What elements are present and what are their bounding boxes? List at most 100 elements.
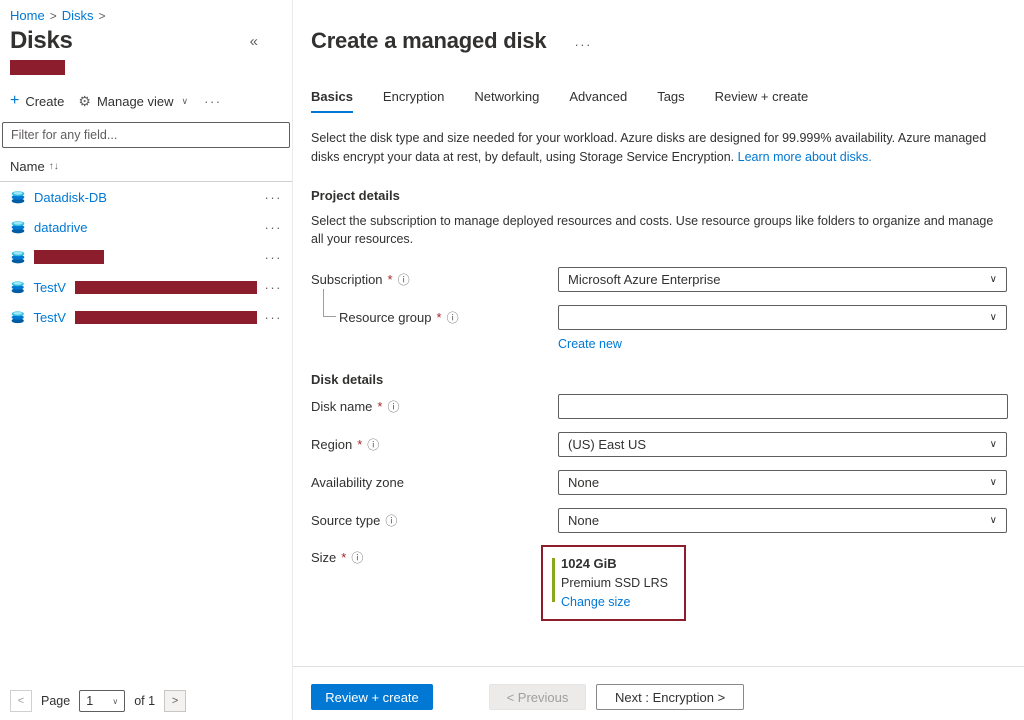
table-row[interactable]: Datadisk-DB ···	[0, 182, 292, 212]
info-icon[interactable]: ⓘ	[447, 309, 459, 326]
disk-name-input[interactable]	[558, 394, 1008, 419]
tab-bar: Basics Encryption Networking Advanced Ta…	[311, 89, 1007, 113]
required-asterisk: *	[357, 437, 362, 452]
required-asterisk: *	[437, 310, 442, 325]
source-type-dropdown[interactable]: None ∨	[558, 508, 1007, 533]
previous-button[interactable]: < Previous	[489, 684, 586, 710]
page-label: Page	[41, 694, 70, 708]
breadcrumb-separator: >	[98, 9, 105, 23]
row-more-button[interactable]: ···	[265, 190, 283, 205]
redacted-disk-name	[75, 311, 257, 324]
name-column-header[interactable]: Name ↑↓	[0, 148, 292, 182]
required-asterisk: *	[388, 272, 393, 287]
row-more-button[interactable]: ···	[265, 280, 283, 295]
info-icon[interactable]: ⓘ	[367, 436, 379, 453]
tab-basics[interactable]: Basics	[311, 89, 353, 113]
intro-body: Select the disk type and size needed for…	[311, 131, 986, 164]
collapse-panel-icon[interactable]: «	[250, 33, 258, 50]
breadcrumb-disks-link[interactable]: Disks	[62, 8, 94, 23]
sort-icon: ↑↓	[49, 161, 59, 172]
plus-icon: +	[10, 93, 19, 109]
page-count-label: of 1	[134, 694, 155, 708]
subscription-row: Subscription * ⓘ Microsoft Azure Enterpr…	[311, 266, 1007, 292]
disk-icon	[10, 249, 26, 265]
disk-name-link[interactable]: Datadisk-DB	[34, 190, 107, 205]
tab-review-create[interactable]: Review + create	[715, 89, 809, 113]
info-icon[interactable]: ⓘ	[351, 549, 363, 566]
disk-name-label: Disk name	[311, 399, 372, 414]
learn-more-link[interactable]: Learn more about disks.	[738, 150, 872, 164]
disks-list-blade: Home > Disks > Disks « + Create ⚙ Manage vi…	[0, 0, 292, 720]
availability-zone-value: None	[568, 475, 599, 490]
review-create-button[interactable]: Review + create	[311, 684, 433, 710]
table-row[interactable]: datadrive ···	[0, 212, 292, 242]
chevron-down-icon: ∨	[990, 439, 997, 450]
required-asterisk: *	[341, 550, 346, 565]
project-details-description: Select the subscription to manage deploy…	[311, 212, 1007, 250]
change-size-link[interactable]: Change size	[561, 595, 631, 609]
pagination: < Page 1 ∨ of 1 >	[10, 690, 186, 712]
table-row[interactable]: TestV ···	[0, 302, 292, 332]
subscription-dropdown[interactable]: Microsoft Azure Enterprise ∨	[558, 267, 1007, 292]
gear-icon: ⚙	[78, 94, 91, 108]
chevron-down-icon: ∨	[990, 312, 997, 323]
disk-name-link[interactable]: datadrive	[34, 220, 87, 235]
row-more-button[interactable]: ···	[265, 310, 283, 325]
table-row[interactable]: TestV ···	[0, 272, 292, 302]
size-row: Size * ⓘ 1024 GiB Premium SSD LRS Change…	[311, 545, 1007, 621]
region-label: Region	[311, 437, 352, 452]
region-value: (US) East US	[568, 437, 646, 452]
blade-more-button[interactable]: ···	[574, 37, 592, 52]
page-number-value: 1	[86, 694, 93, 708]
row-more-button[interactable]: ···	[265, 220, 283, 235]
tab-tags[interactable]: Tags	[657, 89, 684, 113]
availability-zone-row: Availability zone None ∨	[311, 469, 1007, 495]
info-icon[interactable]: ⓘ	[387, 398, 399, 415]
region-dropdown[interactable]: (US) East US ∨	[558, 432, 1007, 457]
disk-name-link[interactable]: TestV	[33, 310, 66, 325]
disks-toolbar: + Create ⚙ Manage view ∨ ···	[0, 78, 292, 109]
previous-page-button[interactable]: <	[10, 690, 32, 712]
redacted-disk-name	[34, 250, 104, 264]
size-selected-indicator	[552, 558, 555, 602]
required-asterisk: *	[377, 399, 382, 414]
footer-divider	[293, 666, 1024, 667]
toolbar-more-button[interactable]: ···	[204, 94, 222, 109]
disk-name-row: Disk name * ⓘ	[311, 393, 1007, 419]
disk-icon	[10, 189, 26, 205]
create-button[interactable]: + Create	[10, 93, 64, 109]
breadcrumb: Home>Disks>	[0, 0, 292, 25]
availability-zone-dropdown[interactable]: None ∨	[558, 470, 1007, 495]
disk-name-link[interactable]: TestV	[33, 280, 66, 295]
next-encryption-button[interactable]: Next : Encryption >	[596, 684, 744, 710]
resource-group-dropdown[interactable]: ∨	[558, 305, 1007, 330]
region-row: Region * ⓘ (US) East US ∨	[311, 431, 1007, 457]
chevron-down-icon: ∨	[990, 515, 997, 526]
info-icon[interactable]: ⓘ	[398, 271, 410, 288]
tab-encryption[interactable]: Encryption	[383, 89, 444, 113]
manage-view-button[interactable]: ⚙ Manage view ∨	[78, 94, 188, 109]
size-highlight-box: 1024 GiB Premium SSD LRS Change size	[541, 545, 686, 621]
intro-text: Select the disk type and size needed for…	[311, 129, 1005, 167]
source-type-value: None	[568, 513, 599, 528]
page-title: Disks	[10, 27, 73, 55]
chevron-down-icon: ∨	[990, 477, 997, 488]
chevron-down-icon: ∨	[182, 96, 189, 107]
create-new-link[interactable]: Create new	[558, 337, 622, 351]
breadcrumb-home-link[interactable]: Home	[10, 8, 45, 23]
subscription-value: Microsoft Azure Enterprise	[568, 272, 720, 287]
tab-advanced[interactable]: Advanced	[569, 89, 627, 113]
tab-networking[interactable]: Networking	[474, 89, 539, 113]
table-row[interactable]: ···	[0, 242, 292, 272]
blade-title: Create a managed disk	[311, 28, 546, 54]
info-icon[interactable]: ⓘ	[385, 512, 397, 529]
manage-view-label: Manage view	[97, 94, 174, 109]
next-page-button[interactable]: >	[164, 690, 186, 712]
wizard-footer: Review + create < Previous Next : Encryp…	[311, 684, 744, 710]
disk-icon	[10, 279, 25, 295]
availability-zone-label: Availability zone	[311, 475, 404, 490]
row-more-button[interactable]: ···	[265, 250, 283, 265]
hierarchy-connector	[323, 289, 336, 317]
page-number-select[interactable]: 1 ∨	[79, 690, 125, 712]
filter-input[interactable]	[2, 122, 290, 148]
